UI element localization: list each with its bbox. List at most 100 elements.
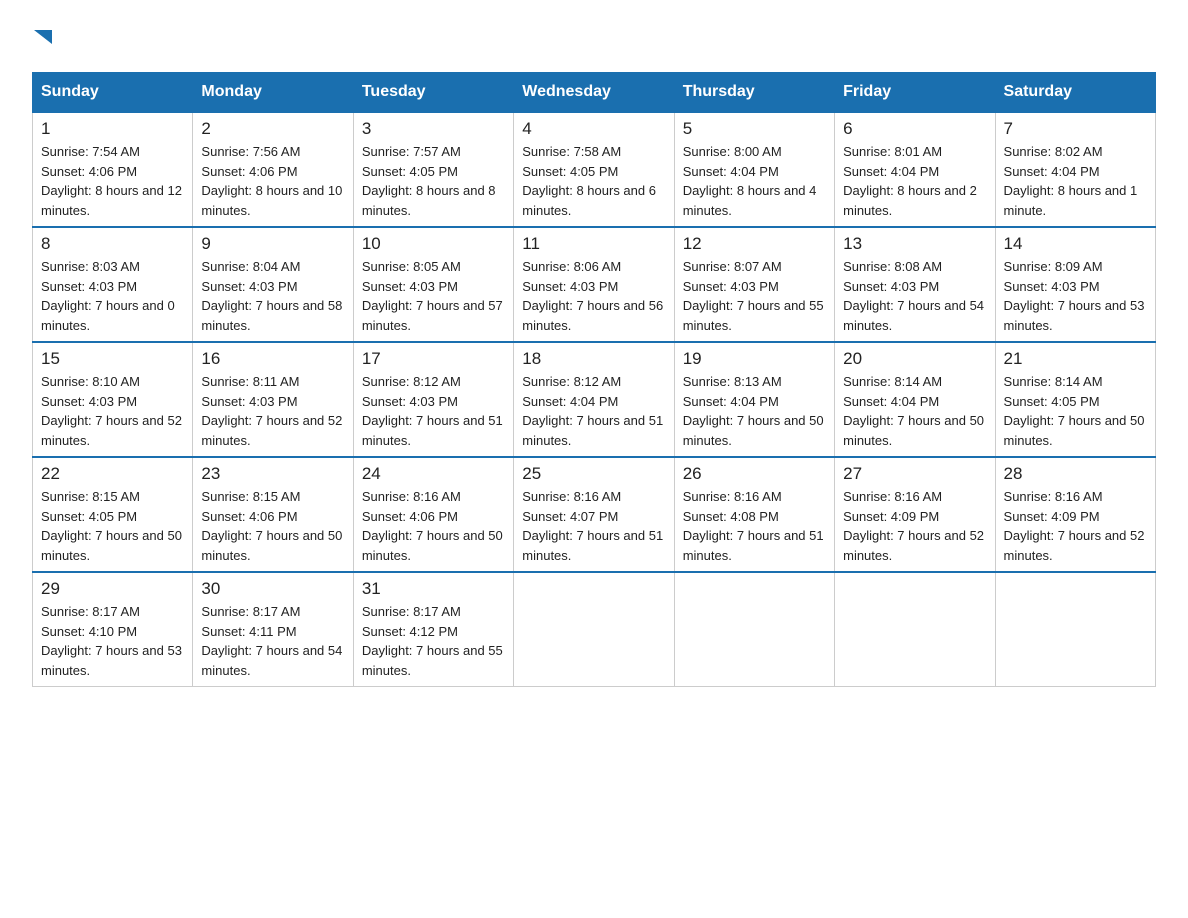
day-info: Sunrise: 8:10 AMSunset: 4:03 PMDaylight:… — [41, 372, 184, 450]
day-info: Sunrise: 8:11 AMSunset: 4:03 PMDaylight:… — [201, 372, 344, 450]
day-info: Sunrise: 8:16 AMSunset: 4:08 PMDaylight:… — [683, 487, 826, 565]
day-info: Sunrise: 8:15 AMSunset: 4:05 PMDaylight:… — [41, 487, 184, 565]
calendar-cell: 12 Sunrise: 8:07 AMSunset: 4:03 PMDayligh… — [674, 227, 834, 342]
day-number: 1 — [41, 119, 184, 139]
day-number: 29 — [41, 579, 184, 599]
day-number: 2 — [201, 119, 344, 139]
day-info: Sunrise: 8:14 AMSunset: 4:04 PMDaylight:… — [843, 372, 986, 450]
calendar-cell: 3 Sunrise: 7:57 AMSunset: 4:05 PMDaylight… — [353, 112, 513, 227]
calendar-cell: 6 Sunrise: 8:01 AMSunset: 4:04 PMDaylight… — [835, 112, 995, 227]
day-number: 25 — [522, 464, 665, 484]
day-number: 19 — [683, 349, 826, 369]
day-number: 18 — [522, 349, 665, 369]
week-row-3: 15 Sunrise: 8:10 AMSunset: 4:03 PMDayligh… — [33, 342, 1156, 457]
day-number: 4 — [522, 119, 665, 139]
day-number: 27 — [843, 464, 986, 484]
logo-triangle-icon — [34, 26, 56, 48]
calendar-cell: 29 Sunrise: 8:17 AMSunset: 4:10 PMDayligh… — [33, 572, 193, 687]
day-number: 14 — [1004, 234, 1147, 254]
day-number: 15 — [41, 349, 184, 369]
day-number: 30 — [201, 579, 344, 599]
calendar-cell: 11 Sunrise: 8:06 AMSunset: 4:03 PMDayligh… — [514, 227, 674, 342]
day-number: 20 — [843, 349, 986, 369]
day-number: 21 — [1004, 349, 1147, 369]
day-info: Sunrise: 8:15 AMSunset: 4:06 PMDaylight:… — [201, 487, 344, 565]
calendar-table: SundayMondayTuesdayWednesdayThursdayFrid… — [32, 72, 1156, 687]
day-info: Sunrise: 8:17 AMSunset: 4:12 PMDaylight:… — [362, 602, 505, 680]
day-info: Sunrise: 8:17 AMSunset: 4:10 PMDaylight:… — [41, 602, 184, 680]
calendar-cell: 9Sunrise: 8:04 AMSunset: 4:03 PMDaylight… — [193, 227, 353, 342]
day-number: 12 — [683, 234, 826, 254]
col-header-wednesday: Wednesday — [514, 73, 674, 113]
calendar-cell: 17 Sunrise: 8:12 AMSunset: 4:03 PMDayligh… — [353, 342, 513, 457]
col-header-friday: Friday — [835, 73, 995, 113]
calendar-cell: 13 Sunrise: 8:08 AMSunset: 4:03 PMDayligh… — [835, 227, 995, 342]
calendar-cell: 22 Sunrise: 8:15 AMSunset: 4:05 PMDayligh… — [33, 457, 193, 572]
calendar-cell: 19 Sunrise: 8:13 AMSunset: 4:04 PMDayligh… — [674, 342, 834, 457]
day-number: 17 — [362, 349, 505, 369]
col-header-monday: Monday — [193, 73, 353, 113]
calendar-cell: 5 Sunrise: 8:00 AMSunset: 4:04 PMDaylight… — [674, 112, 834, 227]
day-info: Sunrise: 8:00 AMSunset: 4:04 PMDaylight:… — [683, 142, 826, 220]
week-row-4: 22 Sunrise: 8:15 AMSunset: 4:05 PMDayligh… — [33, 457, 1156, 572]
day-info: Sunrise: 8:12 AMSunset: 4:03 PMDaylight:… — [362, 372, 505, 450]
week-row-5: 29 Sunrise: 8:17 AMSunset: 4:10 PMDayligh… — [33, 572, 1156, 687]
calendar-cell: 15 Sunrise: 8:10 AMSunset: 4:03 PMDayligh… — [33, 342, 193, 457]
calendar-cell: 2 Sunrise: 7:56 AMSunset: 4:06 PMDaylight… — [193, 112, 353, 227]
header-row: SundayMondayTuesdayWednesdayThursdayFrid… — [33, 73, 1156, 113]
day-info: Sunrise: 8:08 AMSunset: 4:03 PMDaylight:… — [843, 257, 986, 335]
day-info: Sunrise: 8:04 AMSunset: 4:03 PMDaylight:… — [201, 257, 344, 335]
day-info: Sunrise: 8:06 AMSunset: 4:03 PMDaylight:… — [522, 257, 665, 335]
day-info: Sunrise: 8:13 AMSunset: 4:04 PMDaylight:… — [683, 372, 826, 450]
col-header-thursday: Thursday — [674, 73, 834, 113]
day-info: Sunrise: 8:07 AMSunset: 4:03 PMDaylight:… — [683, 257, 826, 335]
calendar-cell: 21 Sunrise: 8:14 AMSunset: 4:05 PMDayligh… — [995, 342, 1155, 457]
week-row-1: 1 Sunrise: 7:54 AMSunset: 4:06 PMDaylight… — [33, 112, 1156, 227]
header — [32, 24, 1156, 48]
calendar-cell: 7 Sunrise: 8:02 AMSunset: 4:04 PMDaylight… — [995, 112, 1155, 227]
day-info: Sunrise: 8:02 AMSunset: 4:04 PMDaylight:… — [1004, 142, 1147, 220]
day-info: Sunrise: 8:16 AMSunset: 4:06 PMDaylight:… — [362, 487, 505, 565]
calendar-cell: 27 Sunrise: 8:16 AMSunset: 4:09 PMDayligh… — [835, 457, 995, 572]
day-number: 7 — [1004, 119, 1147, 139]
calendar-cell — [995, 572, 1155, 687]
calendar-cell: 8 Sunrise: 8:03 AMSunset: 4:03 PMDaylight… — [33, 227, 193, 342]
day-info: Sunrise: 7:56 AMSunset: 4:06 PMDaylight:… — [201, 142, 344, 220]
calendar-cell: 4Sunrise: 7:58 AMSunset: 4:05 PMDaylight… — [514, 112, 674, 227]
calendar-cell: 16 Sunrise: 8:11 AMSunset: 4:03 PMDayligh… — [193, 342, 353, 457]
day-info: Sunrise: 8:09 AMSunset: 4:03 PMDaylight:… — [1004, 257, 1147, 335]
day-info: Sunrise: 8:16 AMSunset: 4:07 PMDaylight:… — [522, 487, 665, 565]
day-number: 24 — [362, 464, 505, 484]
calendar-cell — [514, 572, 674, 687]
day-number: 22 — [41, 464, 184, 484]
col-header-saturday: Saturday — [995, 73, 1155, 113]
calendar-cell: 20 Sunrise: 8:14 AMSunset: 4:04 PMDayligh… — [835, 342, 995, 457]
day-number: 11 — [522, 234, 665, 254]
day-info: Sunrise: 8:16 AMSunset: 4:09 PMDaylight:… — [1004, 487, 1147, 565]
day-number: 10 — [362, 234, 505, 254]
calendar-cell — [835, 572, 995, 687]
logo-row1 — [32, 24, 56, 48]
day-info: Sunrise: 8:16 AMSunset: 4:09 PMDaylight:… — [843, 487, 986, 565]
calendar-cell: 28 Sunrise: 8:16 AMSunset: 4:09 PMDayligh… — [995, 457, 1155, 572]
day-info: Sunrise: 8:01 AMSunset: 4:04 PMDaylight:… — [843, 142, 986, 220]
calendar-cell: 10Sunrise: 8:05 AMSunset: 4:03 PMDayligh… — [353, 227, 513, 342]
calendar-cell: 24 Sunrise: 8:16 AMSunset: 4:06 PMDayligh… — [353, 457, 513, 572]
week-row-2: 8 Sunrise: 8:03 AMSunset: 4:03 PMDaylight… — [33, 227, 1156, 342]
day-number: 5 — [683, 119, 826, 139]
day-number: 16 — [201, 349, 344, 369]
day-number: 28 — [1004, 464, 1147, 484]
calendar-cell: 26 Sunrise: 8:16 AMSunset: 4:08 PMDayligh… — [674, 457, 834, 572]
day-number: 13 — [843, 234, 986, 254]
day-info: Sunrise: 7:54 AMSunset: 4:06 PMDaylight:… — [41, 142, 184, 220]
day-number: 8 — [41, 234, 184, 254]
day-info: Sunrise: 8:03 AMSunset: 4:03 PMDaylight:… — [41, 257, 184, 335]
day-number: 6 — [843, 119, 986, 139]
day-info: Sunrise: 7:57 AMSunset: 4:05 PMDaylight:… — [362, 142, 505, 220]
day-number: 26 — [683, 464, 826, 484]
day-number: 31 — [362, 579, 505, 599]
calendar-cell: 23Sunrise: 8:15 AMSunset: 4:06 PMDayligh… — [193, 457, 353, 572]
calendar-cell: 31 Sunrise: 8:17 AMSunset: 4:12 PMDayligh… — [353, 572, 513, 687]
day-number: 3 — [362, 119, 505, 139]
day-info: Sunrise: 8:14 AMSunset: 4:05 PMDaylight:… — [1004, 372, 1147, 450]
